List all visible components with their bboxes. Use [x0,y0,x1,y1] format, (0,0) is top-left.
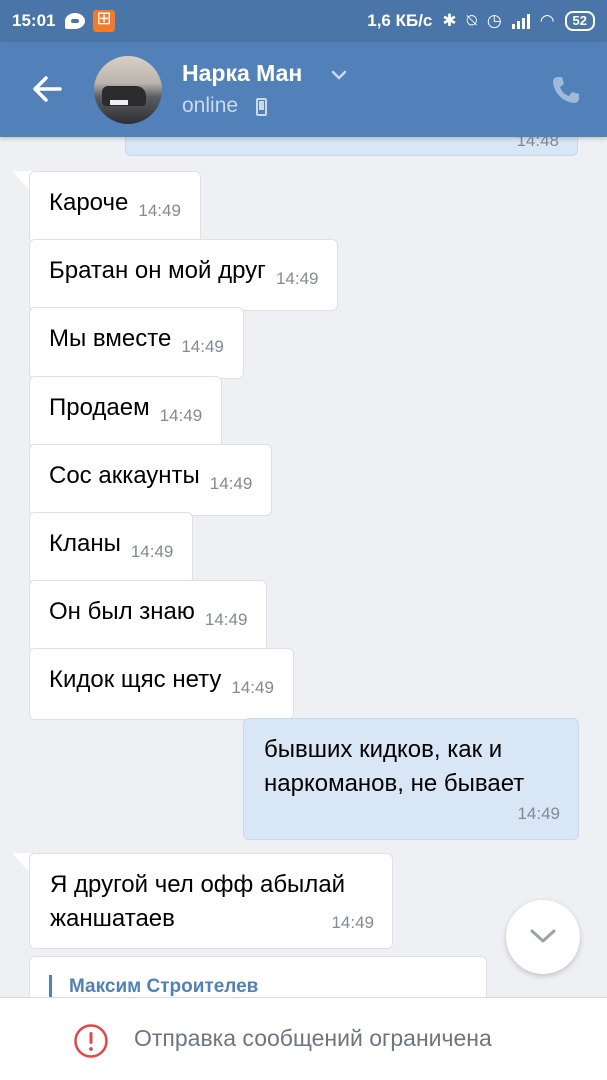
clock: 15:01 [12,11,56,30]
phone-icon [256,98,267,116]
message-bubble-outgoing[interactable]: бывших кидков, как и наркоманов, не быва… [243,718,579,840]
status-bar: 15:01 1,6 КБ/с ✱ ⍉ ◷ ◠ 52 [0,0,607,42]
chevron-down-icon [530,929,556,943]
message-bubble[interactable]: Кидок щяс нету 14:49 [29,648,294,720]
scroll-down-button[interactable] [506,900,580,974]
message-bubble[interactable]: Он был знаю 14:49 [29,580,268,652]
message-bubble[interactable]: Кланы 14:49 [29,512,194,584]
forwarded-message-card[interactable]: Максим Строителев [29,956,487,997]
message-time: 14:49 [517,804,560,823]
message-bubble[interactable]: Сос аккаунты 14:49 [29,444,273,516]
message-text: Мы вместе [49,325,172,352]
online-status: online [182,94,239,117]
message-time: 14:49 [130,542,174,561]
message-text: Он был знаю [49,598,195,625]
message-time: 14:49 [275,269,319,288]
message-time: 14:49 [138,201,181,220]
message-text: Кароче [49,189,129,216]
message-text: Продаем [49,394,150,421]
mute-icon: ⍉ [466,11,477,30]
composer-restricted-bar: Отправка сообщений ограничена [0,997,607,1080]
message-text-line: жаншатаев [50,905,175,932]
message-text: Кидок щяс нету [49,666,222,693]
message-text: Сос аккаунты [49,462,200,489]
signal-icon [511,13,530,29]
contact-name[interactable]: Нарка Ман [182,60,302,87]
message-time: 14:49 [181,337,224,356]
message-time: 14:48 [516,137,559,150]
message-time: 14:49 [209,474,253,493]
message-text-line: наркоманов, не бывает [264,770,525,797]
app-notification-icon [93,8,116,32]
forward-accent-bar [49,975,52,997]
chat-header: Нарка Ман online [0,42,607,137]
back-arrow-icon[interactable] [30,72,64,106]
message-bubble[interactable]: Я другой чел офф абылай жаншатаев 14:49 [29,853,393,949]
message-text-line: бывших кидков, как и [264,736,503,763]
battery-icon: 52 [564,11,595,31]
message-text-line: Я другой чел офф абылай [50,871,346,898]
warning-icon [74,1024,108,1058]
avatar-plate [110,100,128,105]
chevron-down-icon[interactable] [330,66,348,84]
message-list[interactable]: 14:48 Кароче 14:49 Братан он мой друг 14:4… [0,137,607,997]
chat-notification-icon [65,13,86,29]
message-text: Братан он мой друг [49,257,266,284]
message-text: Кланы [49,530,121,557]
message-time: 14:49 [204,610,248,629]
bluetooth-icon: ✱ [442,11,457,30]
call-icon[interactable] [550,74,582,106]
network-speed: 1,6 КБ/с [367,11,433,30]
restriction-notice: Отправка сообщений ограничена [134,1025,492,1051]
avatar[interactable] [94,56,162,124]
message-time: 14:49 [331,913,374,932]
alarm-icon: ◷ [486,11,502,30]
message-bubble[interactable]: Мы вместе 14:49 [29,307,244,379]
message-bubble[interactable]: Кароче 14:49 [29,171,201,243]
message-bubble[interactable]: Продаем 14:49 [29,376,223,448]
wifi-icon: ◠ [539,11,555,30]
message-time: 14:49 [231,678,274,697]
message-bubble-outgoing-partial: 14:48 [125,137,578,156]
message-time: 14:49 [159,406,203,425]
forwarded-author[interactable]: Максим Строителев [69,976,258,997]
message-bubble[interactable]: Братан он мой друг 14:49 [29,239,339,311]
